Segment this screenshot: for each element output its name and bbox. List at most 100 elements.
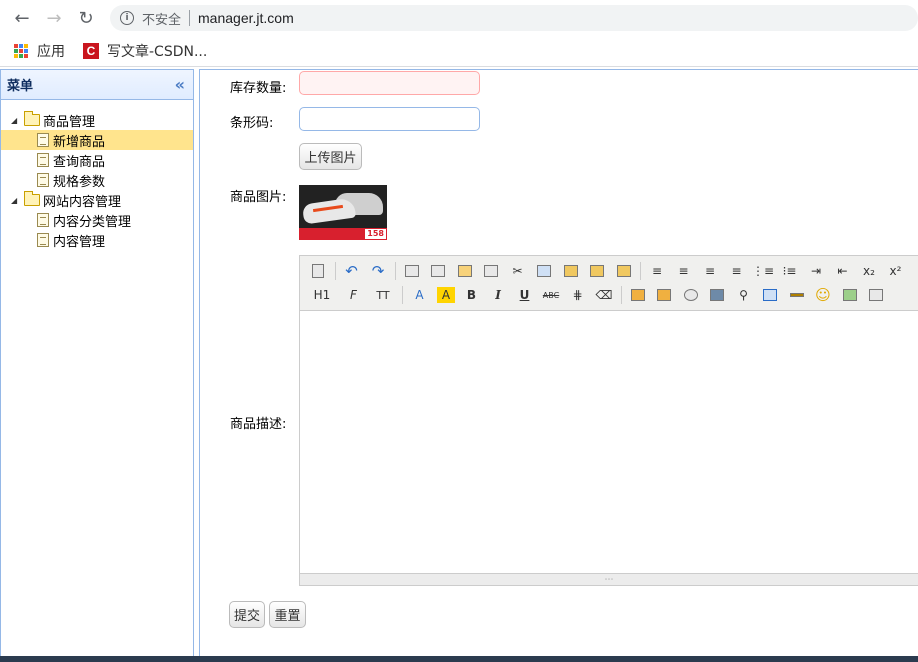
product-image-label: 商品图片: <box>230 190 287 205</box>
heading-icon[interactable]: H1 <box>308 285 336 305</box>
indent-icon[interactable]: ⇥ <box>806 261 826 281</box>
justify-icon[interactable]: ≡ <box>727 261 747 281</box>
bookmarks-bar: 应用 C 写文章-CSDN... <box>0 35 918 67</box>
redo-icon[interactable]: ↷ <box>368 261 388 281</box>
subscript-icon[interactable]: x₂ <box>859 261 879 281</box>
tree-item-label: 新增商品 <box>53 134 106 150</box>
superscript-icon[interactable]: x² <box>886 261 906 281</box>
stock-label: 库存数量: <box>230 81 287 96</box>
collapse-double-chevron-icon[interactable]: « <box>175 75 185 94</box>
submit-button[interactable]: 提交 <box>229 601 265 628</box>
template-icon[interactable] <box>455 261 475 281</box>
flash-icon[interactable] <box>681 285 701 305</box>
paste-icon[interactable] <box>561 261 581 281</box>
unordered-list-icon[interactable]: ⁝≡ <box>780 261 800 281</box>
tree-item-label: 查询商品 <box>53 154 106 170</box>
expand-arrow-icon[interactable]: ◢ <box>11 116 21 125</box>
editor-resize-handle[interactable]: ⋯ <box>300 573 918 585</box>
upload-image-button[interactable]: 上传图片 <box>299 143 362 170</box>
tree-item-content-management[interactable]: 内容管理 <box>1 230 193 250</box>
ordered-list-icon[interactable]: ⋮≡ <box>752 261 774 281</box>
undo-icon[interactable]: ↶ <box>342 261 362 281</box>
table-icon[interactable] <box>760 285 780 305</box>
tree-item-spec-params[interactable]: 规格参数 <box>1 170 193 190</box>
media-icon[interactable] <box>707 285 727 305</box>
toolbar-separator <box>620 286 622 304</box>
file-icon <box>37 133 49 147</box>
file-icon <box>37 153 49 167</box>
toolbar-row-2: H1 F TT A A B I U ABC ⋕ ⌫ ⚲ ☺ <box>308 284 893 306</box>
tree-item-query-product[interactable]: 查询商品 <box>1 150 193 170</box>
tree-node-site-content-management[interactable]: ◢ 网站内容管理 <box>1 190 193 210</box>
paste-text-icon[interactable] <box>587 261 607 281</box>
file-icon <box>37 233 49 247</box>
tree-item-content-category[interactable]: 内容分类管理 <box>1 210 193 230</box>
align-left-icon[interactable]: ≡ <box>647 261 667 281</box>
toolbar-row-1: ↶ ↷ ✂ ≡ ≡ ≡ ≡ ⋮≡ ⁝≡ ⇥ ⇤ x₂ x² <box>308 260 912 282</box>
tree-node-label: 商品管理 <box>43 114 96 130</box>
bold-icon[interactable]: B <box>462 285 482 305</box>
underline-icon[interactable]: U <box>515 285 535 305</box>
folder-open-icon <box>24 111 40 126</box>
remove-format-icon[interactable]: ⌫ <box>594 285 614 305</box>
address-bar[interactable]: i 不安全 manager.jt.com <box>110 5 918 31</box>
page-break-icon[interactable] <box>866 285 886 305</box>
image-icon[interactable] <box>628 285 648 305</box>
expand-arrow-icon[interactable]: ◢ <box>11 196 21 205</box>
info-icon[interactable]: i <box>120 11 134 25</box>
reload-icon[interactable]: ↻ <box>74 6 98 30</box>
tree-item-label: 内容分类管理 <box>53 214 132 230</box>
horizontal-rule-icon[interactable] <box>787 285 807 305</box>
bookmark-csdn[interactable]: C 写文章-CSDN... <box>79 41 207 61</box>
align-right-icon[interactable]: ≡ <box>700 261 720 281</box>
copy-icon[interactable] <box>534 261 554 281</box>
barcode-input[interactable] <box>299 107 480 131</box>
reset-button[interactable]: 重置 <box>269 601 306 628</box>
menu-tree: ◢ 商品管理 新增商品 查询商品 规格参数 ◢ 网站内容管理 内容分类管理 内容… <box>1 100 193 250</box>
image-price-tag: 158 <box>365 229 386 239</box>
highlight-color-icon[interactable]: A <box>437 287 455 303</box>
code-icon[interactable] <box>481 261 501 281</box>
font-size-icon[interactable]: TT <box>371 285 395 305</box>
taskbar-strip <box>0 656 918 662</box>
multi-image-icon[interactable] <box>654 285 674 305</box>
product-image-thumbnail[interactable]: 158 <box>299 185 387 240</box>
csdn-logo-icon: C <box>83 42 99 59</box>
cut-icon[interactable]: ✂ <box>508 261 528 281</box>
tree-item-label: 规格参数 <box>53 174 106 190</box>
forward-arrow-icon[interactable]: → <box>42 6 66 30</box>
print-icon[interactable] <box>428 261 448 281</box>
toolbar-separator <box>334 262 336 280</box>
bookmark-apps[interactable]: 应用 <box>14 41 65 61</box>
bookmark-label: 写文章-CSDN... <box>107 43 208 60</box>
barcode-label: 条形码: <box>230 116 274 131</box>
menu-panel: 菜单 « ◢ 商品管理 新增商品 查询商品 规格参数 ◢ 网站内容管理 内容分类… <box>0 69 194 658</box>
back-arrow-icon[interactable]: ← <box>10 6 34 30</box>
file-icon <box>37 213 49 227</box>
bookmark-label: 应用 <box>37 43 65 60</box>
italic-icon[interactable]: I <box>488 285 508 305</box>
source-icon[interactable] <box>308 261 328 281</box>
file-icon <box>37 173 49 187</box>
font-family-icon[interactable]: F <box>343 285 365 305</box>
paste-word-icon[interactable] <box>614 261 634 281</box>
url-text[interactable]: manager.jt.com <box>198 10 294 26</box>
tree-item-add-product[interactable]: 新增商品 <box>1 130 193 150</box>
shoe-graphic <box>301 197 357 225</box>
strikethrough-icon[interactable]: ABC <box>541 285 561 305</box>
align-center-icon[interactable]: ≡ <box>674 261 694 281</box>
preview-icon[interactable] <box>402 261 422 281</box>
tree-node-label: 网站内容管理 <box>43 194 122 210</box>
attachment-icon[interactable]: ⚲ <box>734 285 754 305</box>
outdent-icon[interactable]: ⇤ <box>833 261 853 281</box>
map-icon[interactable] <box>840 285 860 305</box>
browser-toolbar: ← → ↻ i 不安全 manager.jt.com <box>0 0 918 35</box>
tree-node-product-management[interactable]: ◢ 商品管理 <box>1 110 193 130</box>
line-height-icon[interactable]: ⋕ <box>568 285 588 305</box>
toolbar-separator <box>394 262 396 280</box>
menu-title: 菜单 <box>7 79 34 94</box>
stock-input[interactable] <box>299 71 480 95</box>
font-color-icon[interactable]: A <box>409 285 431 305</box>
editor-content-area[interactable] <box>300 311 918 573</box>
emoticon-icon[interactable]: ☺ <box>813 285 833 305</box>
